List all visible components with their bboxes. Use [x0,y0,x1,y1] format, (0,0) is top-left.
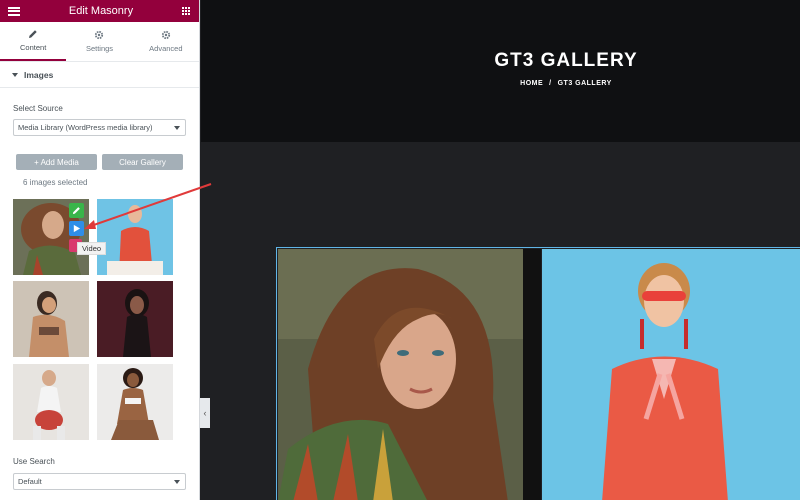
tab-advanced[interactable]: Advanced [133,22,199,61]
tab-label: Content [20,43,47,52]
pencil-icon [72,207,80,215]
chevron-down-icon [174,126,180,130]
use-search-select[interactable]: Default [13,473,186,490]
gear-icon [161,30,170,40]
widgets-grid-icon[interactable] [182,6,191,16]
gear-icon [95,30,104,40]
breadcrumb-home[interactable]: HOME [520,80,543,87]
gallery-photo[interactable] [542,249,800,500]
breadcrumb-current: GT3 GALLERY [557,80,612,87]
tab-label: Advanced [149,44,183,53]
page-title: GT3 GALLERY [494,50,638,71]
editor-tabs: Content Settings Advanced [0,22,199,62]
editor-panel: Edit Masonry Content Settings Advanced I… [0,0,200,500]
source-select-value: Media Library (WordPress media library) [18,123,153,132]
chevron-down-icon [174,480,180,484]
tab-label: Settings [85,44,114,53]
images-count: 6 images selected [23,178,88,187]
masonry-gallery[interactable] [276,247,800,500]
source-select[interactable]: Media Library (WordPress media library) [13,119,186,136]
menu-icon[interactable] [8,6,20,16]
collapse-panel-handle[interactable]: ‹ [200,398,210,428]
use-search-value: Default [18,477,42,486]
gallery-photo[interactable] [278,249,523,500]
clear-gallery-button[interactable]: Clear Gallery [102,154,183,170]
gallery-thumb[interactable] [97,364,173,440]
gallery-thumb[interactable] [13,281,89,357]
tab-content[interactable]: Content [0,22,67,61]
video-button[interactable] [69,221,84,236]
add-media-button[interactable]: + Add Media [16,154,97,170]
video-tooltip: Video [77,242,107,255]
play-icon [73,224,81,233]
editor-header: Edit Masonry [0,0,199,22]
editor-title: Edit Masonry [68,5,134,17]
section-title: Images [24,69,54,80]
breadcrumb-separator: / [549,80,552,87]
use-search-label: Use Search [13,457,55,466]
gallery-thumb[interactable] [97,199,173,275]
section-images-toggle[interactable]: Images [0,62,199,88]
caret-down-icon [12,72,18,77]
breadcrumb: HOME / GT3 GALLERY [201,80,800,87]
gallery-gap [523,249,541,500]
gallery-thumb[interactable] [97,281,173,357]
page-header: GT3 GALLERY HOME / GT3 GALLERY [201,0,800,142]
gallery-thumb[interactable] [13,364,89,440]
tab-settings[interactable]: Settings [66,22,132,61]
select-source-label: Select Source [13,104,63,113]
edit-image-button[interactable] [69,203,84,218]
pencil-icon [29,30,37,38]
chevron-left-icon: ‹ [203,408,207,418]
